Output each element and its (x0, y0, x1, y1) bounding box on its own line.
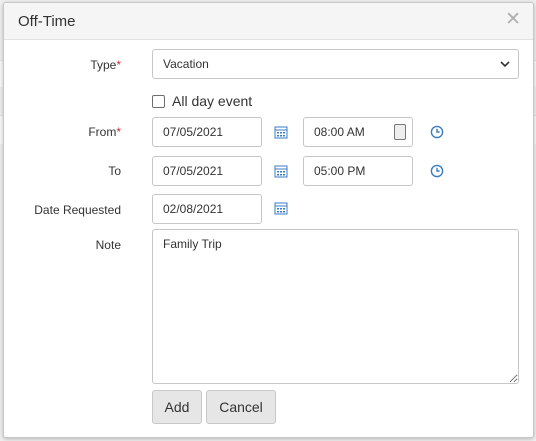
type-select[interactable]: Vacation (152, 49, 519, 79)
calendar-icon[interactable] (274, 164, 288, 178)
add-button[interactable]: Add (152, 390, 202, 424)
to-date-input[interactable]: 07/05/2021 (152, 156, 262, 186)
chevron-down-icon (500, 61, 510, 68)
all-day-label: All day event (172, 93, 253, 109)
type-select-value: Vacation (163, 57, 209, 71)
required-marker: * (116, 58, 121, 72)
all-day-checkbox[interactable] (152, 95, 165, 108)
type-label-text: Type (90, 58, 117, 72)
date-requested-label: Date Requested (34, 203, 121, 217)
calendar-icon[interactable] (274, 125, 288, 139)
date-requested-input[interactable]: 02/08/2021 (152, 194, 262, 224)
note-label: Note (95, 238, 121, 252)
clock-icon[interactable] (430, 164, 444, 178)
to-time-input[interactable]: 05:00 PM (303, 156, 413, 186)
from-label-text: From (88, 125, 117, 139)
calendar-icon[interactable] (274, 201, 288, 215)
required-marker: * (116, 125, 121, 139)
dialog-title: Off-Time (18, 13, 76, 30)
note-textarea[interactable]: Family Trip (152, 229, 519, 384)
clock-icon[interactable] (430, 125, 444, 139)
type-label: Type* (64, 58, 121, 72)
from-time-value: 08:00 AM (314, 125, 365, 139)
off-time-dialog: Off-Time ✕ Type* Vacation All day event … (3, 2, 534, 438)
to-label: To (108, 164, 121, 178)
close-icon[interactable]: ✕ (505, 10, 521, 30)
cancel-button[interactable]: Cancel (206, 390, 276, 424)
from-date-input[interactable]: 07/05/2021 (152, 117, 262, 147)
from-label: From* (64, 125, 121, 139)
time-spinner[interactable] (394, 124, 406, 140)
from-time-input[interactable]: 08:00 AM (303, 117, 413, 147)
dialog-header: Off-Time ✕ (4, 3, 533, 40)
